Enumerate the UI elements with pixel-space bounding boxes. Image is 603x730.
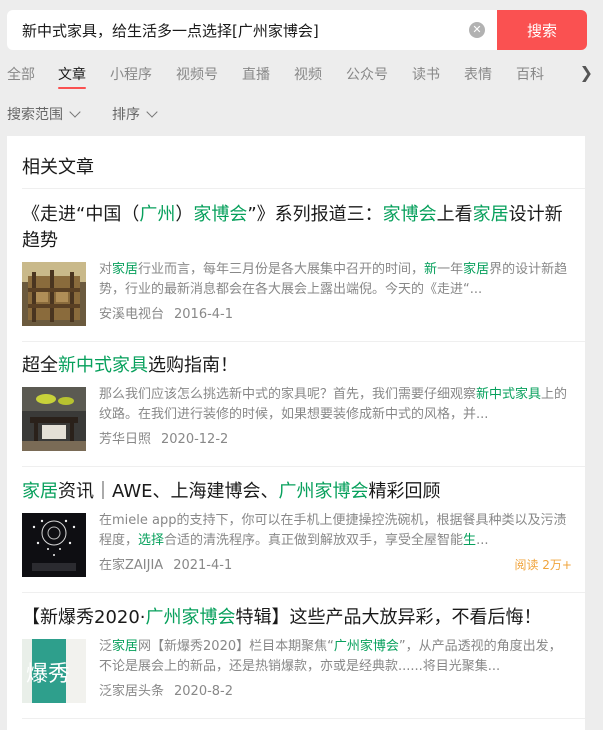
tab-live[interactable]: 直播 xyxy=(242,64,270,84)
active-tab-indicator xyxy=(58,87,86,89)
article-item[interactable]: 《走进“中国（广州）家博会”》系列报道三：家博会上看家居设计新趋势 对家居行业而… xyxy=(22,202,572,326)
keyword-highlight: 家居 xyxy=(112,262,139,277)
tab-mini-programs[interactable]: 小程序 xyxy=(110,64,152,84)
keyword-highlight: 家居 xyxy=(112,639,139,654)
keyword-highlight: 新 xyxy=(424,262,438,277)
divider xyxy=(22,592,585,593)
article-item[interactable]: 家居资讯｜AWE、上海建博会、广州家博会精彩回顾 在miele app的支持下，… xyxy=(22,479,572,577)
article-title[interactable]: 超全新中式家具选购指南！ xyxy=(22,353,572,379)
keyword-highlight: 广州家博会 xyxy=(145,607,236,628)
keyword-highlight: 生 xyxy=(463,533,477,548)
category-tabs: 全部 文章 小程序 视频号 直播 视频 公众号 读书 表情 百科 ❯ xyxy=(0,60,603,92)
text-segment: 超全 xyxy=(22,355,58,376)
chevron-down-icon xyxy=(69,105,81,118)
article-title[interactable]: 《走进“中国（广州）家博会”》系列报道三：家博会上看家居设计新趋势 xyxy=(22,202,572,254)
text-segment: 那么我们应该怎么挑选新中式的家具呢？首先，我们需要仔细观察 xyxy=(99,387,477,402)
article-meta: 芳华日照 2020-12-2 xyxy=(99,428,228,447)
article-source[interactable]: 泛家居头条 xyxy=(99,684,164,699)
text-segment: 泛 xyxy=(99,639,113,654)
keyword-highlight: 新中式家具 xyxy=(58,355,148,376)
tab-articles[interactable]: 文章 xyxy=(58,64,86,84)
divider xyxy=(22,188,585,189)
divider xyxy=(22,466,585,467)
text-segment: 合适的清洗程序。真正做到解放双手，享受全屋智能 xyxy=(164,533,464,548)
divider xyxy=(22,341,585,342)
tab-videos[interactable]: 视频 xyxy=(294,64,322,84)
keyword-highlight: 家博会 xyxy=(193,204,248,225)
divider xyxy=(22,718,585,719)
filter-search-scope-label: 搜索范围 xyxy=(7,107,63,123)
keyword-highlight: 家居 xyxy=(472,204,509,225)
article-date: 2016-4-1 xyxy=(174,307,234,322)
text-segment: 上看 xyxy=(436,204,473,225)
article-title[interactable]: 家居资讯｜AWE、上海建博会、广州家博会精彩回顾 xyxy=(22,479,572,505)
article-item[interactable]: 超全新中式家具选购指南！ 那么我们应该怎么挑选新中式的家具呢？首先，我们需要仔细… xyxy=(22,353,572,451)
keyword-highlight: 新中式家具 xyxy=(476,387,542,402)
article-thumbnail[interactable] xyxy=(22,513,86,577)
filter-sort[interactable]: 排序 xyxy=(112,104,158,124)
article-snippet: 对家居行业而言，每年三月份是各大展集中召开的时间，新一年家居界的设计新趋势，行业… xyxy=(99,260,572,300)
keyword-highlight: 广州家博会 xyxy=(278,481,369,502)
text-segment: 特辑】这些产品大放异彩，不看后悔！ xyxy=(235,607,542,628)
text-segment: ... xyxy=(476,533,489,548)
chevron-down-icon xyxy=(146,105,158,118)
results-card: 相关文章 《走进“中国（广州）家博会”》系列报道三：家博会上看家居设计新趋势 对… xyxy=(7,136,585,730)
article-thumbnail[interactable] xyxy=(22,262,86,326)
filter-sort-label: 排序 xyxy=(112,107,140,123)
search-button[interactable]: 搜索 xyxy=(497,10,587,50)
search-bar: 新中式家具，给生活多一点选择[广州家博会] ✕ 搜索 xyxy=(7,10,587,50)
article-source[interactable]: 在家ZAIJIA xyxy=(99,558,163,573)
filter-search-scope[interactable]: 搜索范围 xyxy=(7,104,81,124)
text-segment: 一年 xyxy=(437,262,464,277)
text-segment: ） xyxy=(175,204,194,225)
article-title[interactable]: 【新爆秀2020·广州家博会特辑】这些产品大放异彩，不看后悔！ xyxy=(22,605,572,631)
article-thumbnail[interactable]: 爆秀 xyxy=(22,639,86,703)
tab-reading[interactable]: 读书 xyxy=(412,64,440,84)
search-query-text: 新中式家具，给生活多一点选择[广州家博会] xyxy=(22,21,319,40)
article-source[interactable]: 安溪电视台 xyxy=(99,307,164,322)
keyword-highlight: 广州 xyxy=(139,204,176,225)
article-date: 2020-8-2 xyxy=(174,684,234,699)
article-item[interactable]: 【新爆秀2020·广州家博会特辑】这些产品大放异彩，不看后悔！ 爆秀 泛家居网【… xyxy=(22,605,572,703)
filter-bar: 搜索范围 排序 xyxy=(0,100,603,126)
article-snippet: 那么我们应该怎么挑选新中式的家具呢？首先，我们需要仔细观察新中式家具上的纹路。在… xyxy=(99,385,572,425)
tab-encyclopedia[interactable]: 百科 xyxy=(516,64,544,84)
keyword-highlight: 广州家博会 xyxy=(333,639,399,654)
clear-icon[interactable]: ✕ xyxy=(469,22,485,38)
keyword-highlight: 选择 xyxy=(138,533,165,548)
text-segment: 精彩回顾 xyxy=(368,481,441,502)
text-segment: 行业而言，每年三月份是各大展集中召开的时间， xyxy=(138,262,425,277)
article-meta: 安溪电视台 2016-4-1 xyxy=(99,303,233,322)
section-title: 相关文章 xyxy=(22,157,94,178)
text-segment: 选购指南！ xyxy=(148,355,238,376)
article-date: 2021-4-1 xyxy=(173,558,233,573)
keyword-highlight: 家居 xyxy=(22,481,58,502)
text-segment: ”》系列报道三： xyxy=(247,204,383,225)
search-input[interactable]: 新中式家具，给生活多一点选择[广州家博会] ✕ xyxy=(7,10,497,50)
text-segment: 对 xyxy=(99,262,113,277)
chevron-right-icon[interactable]: ❯ xyxy=(580,63,593,82)
article-snippet: 在miele app的支持下，你可以在手机上便捷操控洗碗机，根据餐具种类以及污渍… xyxy=(99,511,572,551)
article-meta: 在家ZAIJIA 2021-4-1 xyxy=(99,554,232,573)
article-thumbnail[interactable] xyxy=(22,387,86,451)
article-date: 2020-12-2 xyxy=(161,432,229,447)
tab-official-accounts[interactable]: 公众号 xyxy=(346,64,388,84)
keyword-highlight: 家居 xyxy=(463,262,490,277)
read-count: 阅读 2万+ xyxy=(514,558,572,572)
tab-channels[interactable]: 视频号 xyxy=(176,64,218,84)
thumbnail-text: 爆秀 xyxy=(26,662,70,687)
tab-all[interactable]: 全部 xyxy=(7,64,35,84)
text-segment: 网【新爆秀2020】栏目本期聚焦“ xyxy=(138,639,334,654)
text-segment: 《走进“中国（ xyxy=(22,204,140,225)
keyword-highlight: 家博会 xyxy=(382,204,437,225)
article-source[interactable]: 芳华日照 xyxy=(99,432,151,447)
article-meta: 泛家居头条 2020-8-2 xyxy=(99,680,233,699)
text-segment: 资讯｜AWE、上海建博会、 xyxy=(58,481,279,502)
tab-fade xyxy=(553,60,575,88)
tab-stickers[interactable]: 表情 xyxy=(464,64,492,84)
article-snippet: 泛家居网【新爆秀2020】栏目本期聚焦“广州家博会”，从产品透视的角度出发，不论… xyxy=(99,637,572,677)
text-segment: 【新爆秀2020· xyxy=(22,607,146,628)
